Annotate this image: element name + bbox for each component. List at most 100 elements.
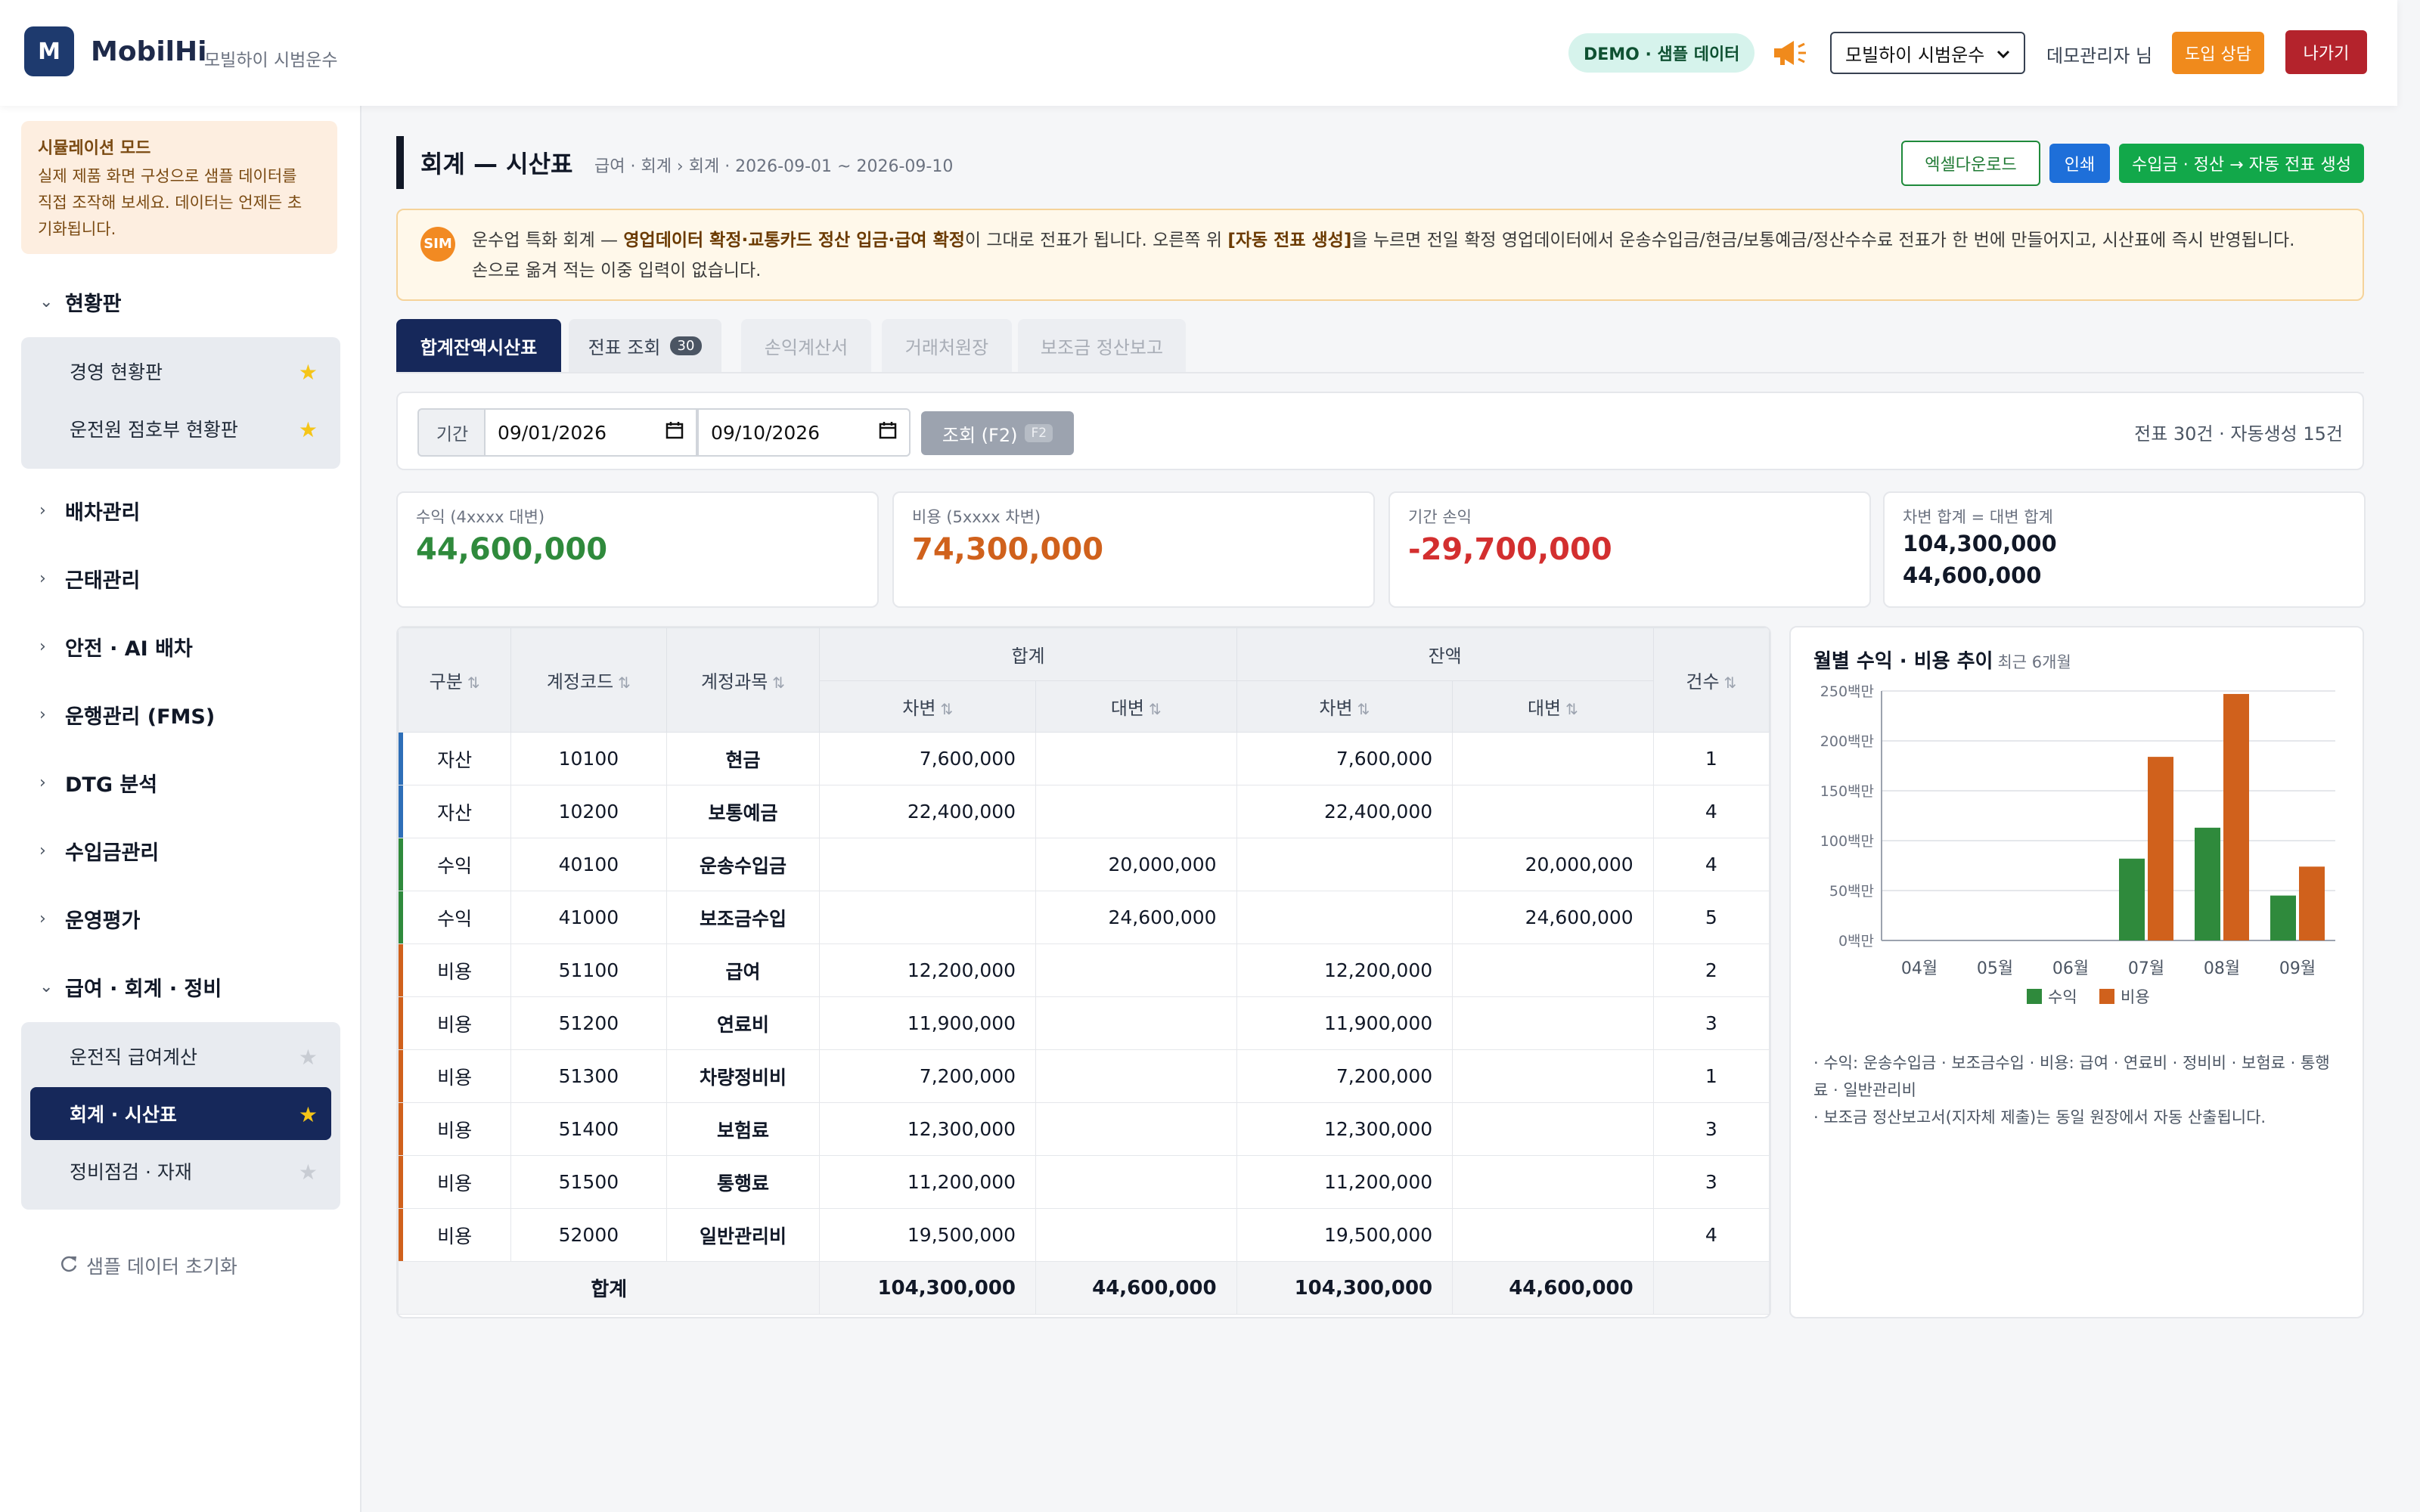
- table-row[interactable]: 비용 51300 차량정비비 7,200,000 7,200,000 1: [398, 1049, 1770, 1103]
- nav-group-fms[interactable]: › 운행관리 (FMS): [39, 700, 215, 730]
- cell-balance-credit: [1452, 732, 1654, 785]
- sort-icon[interactable]: ⇅: [1565, 700, 1578, 718]
- table-row[interactable]: 비용 51500 통행료 11,200,000 11,200,000 3: [398, 1155, 1770, 1209]
- nav-group-dtg[interactable]: › DTG 분석: [39, 768, 157, 798]
- nav-group-label: 근태관리: [65, 569, 141, 593]
- nav-group-dispatch[interactable]: › 배차관리: [39, 496, 140, 525]
- table-row[interactable]: 비용 51200 연료비 11,900,000 11,900,000 3: [398, 996, 1770, 1050]
- search-button[interactable]: 조회 (F2) F2: [921, 411, 1074, 455]
- tab-vendor-ledger[interactable]: 거래처원장: [882, 319, 1012, 372]
- total-sum-credit: 44,600,000: [1035, 1261, 1237, 1315]
- nav-group-revenue[interactable]: › 수입금관리: [39, 836, 159, 866]
- star-icon[interactable]: ★: [299, 1102, 318, 1127]
- nav-group-safety[interactable]: › 안전 · AI 배차: [39, 632, 193, 662]
- tab-trial-balance[interactable]: 합계잔액시산표: [396, 319, 561, 372]
- bar-revenue: [2195, 827, 2220, 940]
- table-row[interactable]: 자산 10100 현금 7,600,000 7,600,000 1: [398, 732, 1770, 785]
- auto-voucher-button[interactable]: 수입금 · 정산 → 자동 전표 생성: [2119, 144, 2364, 183]
- nav-group-dashboard[interactable]: ⌄ 현황판: [39, 287, 122, 317]
- cell-count: 3: [1652, 1102, 1770, 1156]
- column-header-code[interactable]: 계정코드 ⇅: [510, 627, 667, 733]
- header-label: 대변: [1527, 698, 1562, 719]
- cell-sum-credit: [1035, 732, 1237, 785]
- profit-loss-card: 기간 손익 -29,700,000: [1388, 491, 1871, 608]
- cell-sum-debit: 11,200,000: [819, 1155, 1037, 1209]
- nav-group-label: 배차관리: [65, 501, 141, 525]
- tab-income-statement[interactable]: 손익계산서: [741, 319, 871, 372]
- header-label: 건수: [1686, 671, 1720, 692]
- exit-button[interactable]: 나가기: [2285, 30, 2367, 74]
- nav-group-payroll[interactable]: ⌄ 급여 · 회계 · 정비: [39, 972, 222, 1002]
- revenue-card: 수익 (4xxxx 대변) 44,600,000: [396, 491, 879, 608]
- date-to-input[interactable]: 09/10/2026: [697, 408, 911, 457]
- bar-revenue: [2270, 895, 2296, 940]
- legend-label: 비용: [2121, 988, 2150, 1006]
- table-row[interactable]: 자산 10200 보통예금 22,400,000 22,400,000 4: [398, 785, 1770, 838]
- logo[interactable]: M: [24, 26, 74, 76]
- reset-sample-data-button[interactable]: 샘플 데이터 초기화: [59, 1252, 237, 1279]
- megaphone-icon[interactable]: [1771, 38, 1807, 68]
- sort-icon[interactable]: ⇅: [618, 674, 631, 692]
- card-label: 기간 손익: [1408, 508, 1472, 526]
- total-count: [1652, 1261, 1770, 1315]
- company-select[interactable]: 모빌하이 시범운수: [1830, 32, 2025, 74]
- star-icon[interactable]: ★: [299, 1045, 318, 1070]
- total-row: 합계 104,300,000 44,600,000 104,300,000 44…: [398, 1261, 1770, 1315]
- column-header-type[interactable]: 구분 ⇅: [398, 627, 512, 733]
- sort-icon[interactable]: ⇅: [1357, 700, 1370, 718]
- table-row[interactable]: 수익 41000 보조금수입 24,600,000 24,600,000 5: [398, 891, 1770, 944]
- cell-sum-credit: [1035, 1208, 1237, 1262]
- nav-group-label: 운행관리 (FMS): [65, 705, 216, 729]
- cell-balance-credit: [1452, 785, 1654, 838]
- print-button[interactable]: 인쇄: [2049, 144, 2110, 183]
- cell-type: 비용: [398, 1208, 512, 1262]
- tab-subsidy-report[interactable]: 보조금 정산보고: [1018, 319, 1186, 372]
- column-header-account[interactable]: 계정과목 ⇅: [666, 627, 821, 733]
- column-header-balance-credit[interactable]: 대변 ⇅: [1452, 680, 1654, 733]
- star-icon[interactable]: ★: [299, 360, 318, 385]
- sidebar-item-driver-rollcall[interactable]: 운전원 점호부 현황판 ★: [30, 402, 331, 455]
- cell-sum-debit: 7,600,000: [819, 732, 1037, 785]
- sidebar-item-label: 운전직 급여계산: [70, 1046, 197, 1068]
- column-header-sum-debit[interactable]: 차변 ⇅: [819, 680, 1037, 733]
- column-header-count[interactable]: 건수 ⇅: [1652, 627, 1770, 733]
- cell-sum-credit: 20,000,000: [1035, 838, 1237, 891]
- tab-voucher-list[interactable]: 전표 조회 30: [569, 319, 721, 372]
- table-row[interactable]: 비용 52000 일반관리비 19,500,000 19,500,000 4: [398, 1208, 1770, 1262]
- sort-icon[interactable]: ⇅: [1724, 674, 1737, 692]
- sidebar-item-driver-payroll[interactable]: 운전직 급여계산 ★: [30, 1030, 331, 1083]
- refresh-icon: [59, 1253, 79, 1278]
- nav-group-attendance[interactable]: › 근태관리: [39, 564, 140, 593]
- cell-sum-debit: [819, 891, 1037, 944]
- sidebar: 시뮬레이션 모드 실제 제품 화면 구성으로 샘플 데이터를 직접 조작해 보세…: [0, 106, 361, 1512]
- cell-type: 자산: [398, 732, 512, 785]
- card-label: 차변 합계 = 대변 합계: [1903, 508, 2053, 526]
- simulation-text-line: 실제 제품 화면 구성으로 샘플 데이터를: [38, 167, 297, 185]
- column-header-sum-credit[interactable]: 대변 ⇅: [1035, 680, 1237, 733]
- sort-icon[interactable]: ⇅: [940, 700, 953, 718]
- sort-icon[interactable]: ⇅: [1149, 700, 1162, 718]
- sidebar-item-accounting-trial-balance[interactable]: 회계 · 시산표 ★: [30, 1087, 331, 1140]
- nav-group-evaluation[interactable]: › 운영평가: [39, 904, 140, 934]
- star-icon[interactable]: ★: [299, 417, 318, 442]
- date-from-input[interactable]: 09/01/2026: [484, 408, 697, 457]
- table-row[interactable]: 비용 51100 급여 12,200,000 12,200,000 2: [398, 943, 1770, 997]
- notice-emphasis: [자동 전표 생성]: [1227, 231, 1352, 250]
- star-icon[interactable]: ★: [299, 1160, 318, 1185]
- brand-name[interactable]: MobilHi: [91, 36, 206, 67]
- sort-icon[interactable]: ⇅: [467, 674, 480, 692]
- calendar-icon[interactable]: [666, 421, 684, 444]
- sidebar-item-maintenance[interactable]: 정비점검 · 자재 ★: [30, 1145, 331, 1198]
- consult-button[interactable]: 도입 상담: [2172, 32, 2264, 74]
- calendar-icon[interactable]: [879, 421, 897, 444]
- cell-balance-debit: 19,500,000: [1236, 1208, 1454, 1262]
- sidebar-item-management-dashboard[interactable]: 경영 현황판 ★: [30, 345, 331, 398]
- header-label: 차변: [902, 698, 936, 719]
- table-row[interactable]: 수익 40100 운송수입금 20,000,000 20,000,000 4: [398, 838, 1770, 891]
- column-header-balance-debit[interactable]: 차변 ⇅: [1236, 680, 1454, 733]
- table-row[interactable]: 비용 51400 보험료 12,300,000 12,300,000 3: [398, 1102, 1770, 1156]
- nav-group-label: 급여 · 회계 · 정비: [65, 978, 222, 1001]
- sort-icon[interactable]: ⇅: [772, 674, 785, 692]
- cell-balance-debit: 7,600,000: [1236, 732, 1454, 785]
- excel-download-button[interactable]: 엑셀다운로드: [1901, 141, 2040, 186]
